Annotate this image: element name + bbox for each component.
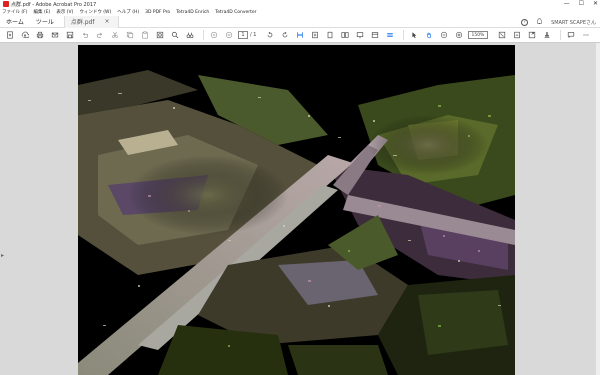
- binoculars-icon[interactable]: [184, 30, 195, 41]
- toolbar-separator: [403, 30, 405, 40]
- rotate-right-icon[interactable]: [279, 30, 290, 41]
- next-page-icon[interactable]: [223, 30, 234, 41]
- menu-3d-pdf-pro[interactable]: 3D PDF Pro: [145, 10, 170, 15]
- minimize-button[interactable]: —: [564, 0, 570, 7]
- undo-icon[interactable]: [79, 30, 90, 41]
- acrobat-logo-icon: [3, 1, 9, 7]
- menu-tetra4d-converter[interactable]: Tetra4D Converter: [215, 10, 256, 15]
- fit-page-icon[interactable]: [496, 30, 507, 41]
- print-icon[interactable]: [34, 30, 45, 41]
- help-icon[interactable]: ?: [521, 18, 529, 26]
- zoom-select[interactable]: 150%: [468, 31, 489, 39]
- maximize-button[interactable]: ☐: [579, 0, 584, 7]
- fit-width-icon[interactable]: [294, 30, 305, 41]
- select-cursor-icon[interactable]: [408, 30, 419, 41]
- document-properties-icon[interactable]: [511, 30, 522, 41]
- more-options-icon[interactable]: [580, 30, 591, 41]
- page-number-input[interactable]: 1: [238, 31, 248, 39]
- hand-tool-icon[interactable]: [423, 30, 434, 41]
- two-page-icon[interactable]: [339, 30, 350, 41]
- tab-document[interactable]: 点群.pdf ×: [63, 15, 119, 28]
- left-panel-toggle-icon[interactable]: ▸: [1, 252, 4, 259]
- user-account[interactable]: SMART SCAPEさん: [551, 19, 596, 26]
- bell-icon[interactable]: [536, 17, 543, 27]
- zoom-in-icon[interactable]: [453, 30, 464, 41]
- toolbar-separator: [560, 30, 562, 40]
- close-tab-button[interactable]: ×: [104, 18, 109, 25]
- pdf-page-point-cloud[interactable]: [78, 45, 515, 375]
- comment-icon[interactable]: [565, 30, 576, 41]
- tab-bar: ホーム ツール 点群.pdf × ? SMART SCAPEさん: [0, 15, 600, 28]
- title-bar: 点群.pdf - Adobe Acrobat Pro 2017 — ☐ ✕: [0, 0, 600, 8]
- email-icon[interactable]: [49, 30, 60, 41]
- redo-icon[interactable]: [94, 30, 105, 41]
- read-mode-icon[interactable]: [369, 30, 380, 41]
- upload-icon[interactable]: [19, 30, 30, 41]
- tab-tools[interactable]: ツール: [30, 16, 60, 28]
- paste-icon[interactable]: [139, 30, 150, 41]
- create-pdf-icon[interactable]: [4, 30, 15, 41]
- search-icon[interactable]: [169, 30, 180, 41]
- menu-window[interactable]: ウィンドウ (W): [79, 9, 111, 15]
- rotate-left-icon[interactable]: [264, 30, 275, 41]
- menu-tetra4d-enrich[interactable]: Tetra4D Enrich: [176, 10, 209, 15]
- point-cloud-image: [78, 45, 515, 375]
- document-tab-label: 点群.pdf: [70, 19, 95, 26]
- page-count: / 1: [250, 32, 257, 38]
- expand-icon[interactable]: [526, 30, 537, 41]
- menu-help[interactable]: ヘルプ (H): [117, 9, 139, 15]
- cut-icon[interactable]: [109, 30, 120, 41]
- window-title: 点群.pdf - Adobe Acrobat Pro 2017: [11, 1, 97, 8]
- save-icon[interactable]: [64, 30, 75, 41]
- tab-home[interactable]: ホーム: [0, 16, 30, 28]
- export-pdf-icon[interactable]: [309, 30, 320, 41]
- vertical-scrollbar[interactable]: [596, 43, 600, 375]
- previous-page-icon[interactable]: [208, 30, 219, 41]
- snapshot-icon[interactable]: [154, 30, 165, 41]
- stamp-icon[interactable]: [541, 30, 552, 41]
- scroll-mode-icon[interactable]: [384, 30, 395, 41]
- menu-edit[interactable]: 編集 (E): [34, 9, 51, 15]
- single-page-icon[interactable]: [324, 30, 335, 41]
- menu-view[interactable]: 表示 (V): [56, 9, 73, 15]
- menu-file[interactable]: ファイル (F): [2, 9, 28, 15]
- copy-icon[interactable]: [124, 30, 135, 41]
- toolbar: 1 / 1 150%: [0, 28, 600, 43]
- full-screen-icon[interactable]: [354, 30, 365, 41]
- close-window-button[interactable]: ✕: [593, 0, 598, 7]
- zoom-out-icon[interactable]: [438, 30, 449, 41]
- toolbar-separator: [203, 30, 204, 40]
